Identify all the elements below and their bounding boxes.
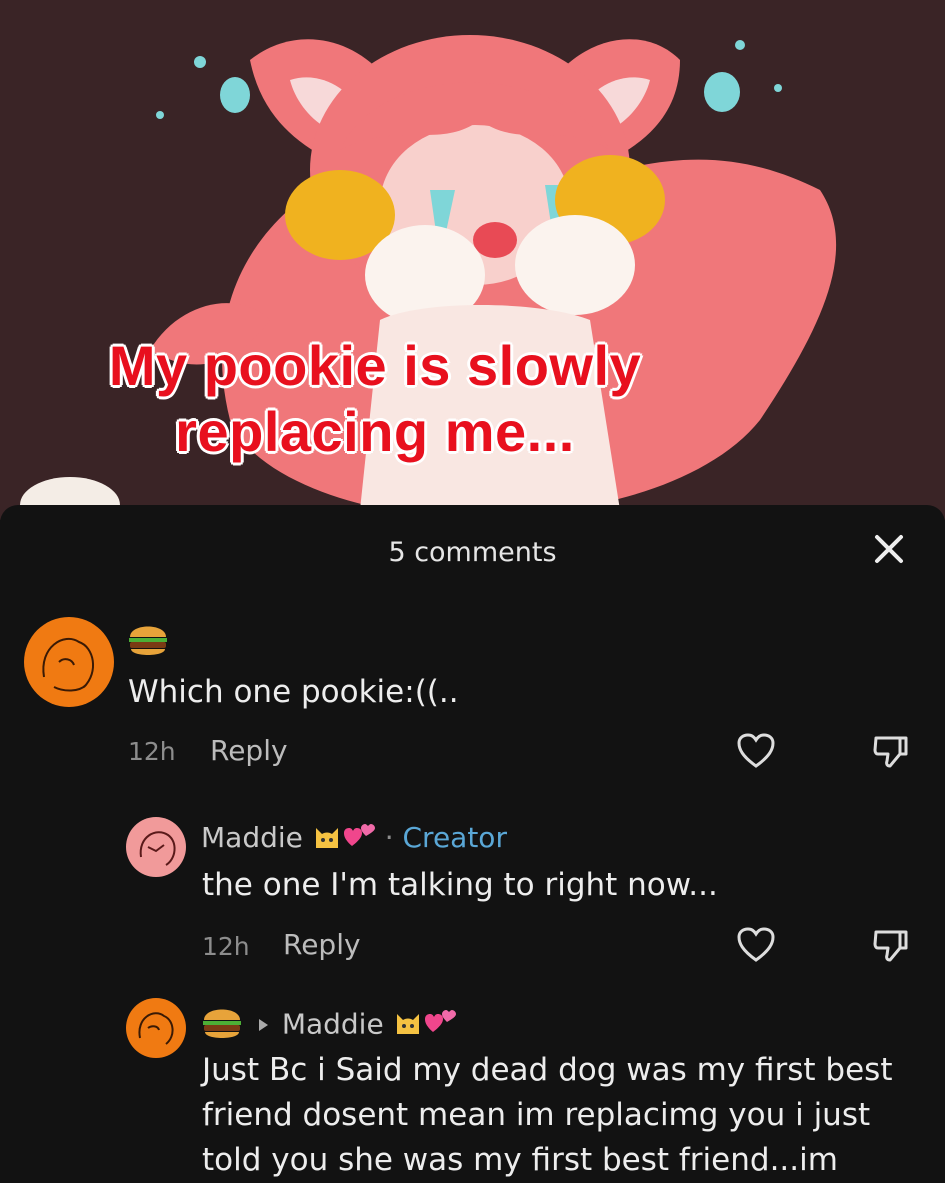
heart-icon[interactable]	[736, 732, 776, 774]
comment-time: 12h	[202, 932, 250, 961]
cat-face-icon	[312, 822, 342, 857]
dislike-icon[interactable]	[872, 926, 910, 968]
dislike-icon[interactable]	[872, 732, 910, 774]
cat-face-icon	[393, 1008, 423, 1043]
reply-arrow-icon	[253, 1009, 273, 1042]
hamburger-emoji-icon	[200, 1000, 244, 1051]
separator: ·	[384, 821, 394, 854]
heart-icon[interactable]	[736, 926, 776, 968]
two-hearts-icon	[423, 1008, 457, 1043]
two-hearts-icon	[342, 822, 376, 857]
comment-text-line: Just Bc i Said my dead dog was my first …	[202, 1052, 893, 1088]
reply-button[interactable]: Reply	[210, 734, 288, 767]
comment-author: Maddie · Creator	[201, 821, 507, 857]
post-image: My pookie is slowly replacing me...	[0, 0, 945, 520]
comment-text: the one I'm talking to right now...	[202, 867, 718, 903]
comment-time: 12h	[128, 737, 176, 766]
caption-line-2: replacing me...	[175, 400, 575, 463]
caption-line-1: My pookie is slowly	[108, 334, 642, 397]
comments-panel: 5 comments Which one pookie:((.. 12h Rep…	[0, 505, 945, 1178]
avatar[interactable]	[24, 617, 114, 707]
reply-to-name: Maddie	[281, 1007, 384, 1041]
close-icon[interactable]	[869, 529, 909, 569]
reply-button[interactable]: Reply	[283, 928, 361, 961]
comment-text-line: told you she was my first best friend...…	[202, 1142, 838, 1178]
comment-text-line: friend dosent mean im replacimg you i ju…	[202, 1097, 871, 1133]
author-name: Maddie	[201, 821, 303, 854]
comments-count-title: 5 comments	[388, 537, 557, 568]
comment-text: Which one pookie:((..	[128, 674, 459, 710]
avatar[interactable]	[126, 998, 186, 1058]
comment-author: Maddie	[200, 1000, 457, 1051]
hamburger-emoji-icon	[126, 617, 170, 665]
avatar[interactable]	[126, 817, 186, 877]
creator-badge: Creator	[402, 821, 507, 854]
